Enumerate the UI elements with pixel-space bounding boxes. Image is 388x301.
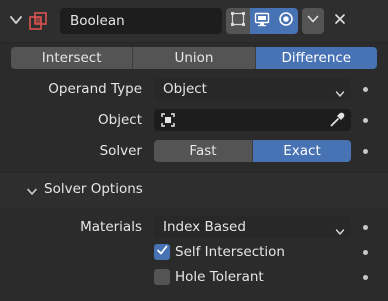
edit-mode-icon bbox=[230, 11, 246, 31]
hole-tolerant-keyframe-dot[interactable] bbox=[363, 275, 368, 280]
boolean-modifier-panel: Boolean Intersect Union Difference Opera… bbox=[0, 0, 388, 301]
modifier-menu-button[interactable] bbox=[302, 8, 324, 34]
operand-type-label: Operand Type bbox=[48, 81, 142, 97]
object-keyframe-dot[interactable] bbox=[363, 118, 368, 123]
operation-intersect[interactable]: Intersect bbox=[11, 47, 134, 69]
hole-tolerant-label: Hole Tolerant bbox=[175, 269, 264, 285]
chevron-down-icon bbox=[26, 185, 38, 195]
operation-difference[interactable]: Difference bbox=[255, 47, 377, 69]
render-toggle[interactable] bbox=[274, 8, 298, 34]
visibility-toggles bbox=[226, 8, 298, 34]
checkmark-icon bbox=[156, 244, 168, 260]
realtime-icon bbox=[254, 11, 270, 31]
self-intersection-checkbox[interactable]: Self Intersection bbox=[154, 242, 285, 262]
chevron-down-icon bbox=[306, 12, 320, 30]
operation-union[interactable]: Union bbox=[133, 47, 256, 69]
operand-type-dropdown[interactable]: Object bbox=[154, 78, 351, 100]
render-icon bbox=[278, 11, 294, 31]
close-icon bbox=[333, 12, 347, 30]
realtime-toggle[interactable] bbox=[250, 8, 274, 34]
self-intersection-keyframe-dot[interactable] bbox=[363, 250, 368, 255]
checkbox-checked[interactable] bbox=[154, 244, 170, 260]
chevron-down-icon bbox=[335, 222, 345, 235]
edit-mode-toggle[interactable] bbox=[226, 8, 250, 34]
materials-label: Materials bbox=[80, 219, 142, 235]
operand-type-value: Object bbox=[163, 81, 207, 97]
eyedropper-icon[interactable] bbox=[329, 112, 345, 128]
operation-selector: Intersect Union Difference bbox=[11, 47, 377, 69]
boolean-modifier-icon bbox=[28, 11, 48, 31]
object-field[interactable] bbox=[154, 109, 351, 131]
materials-value: Index Based bbox=[163, 219, 246, 235]
hole-tolerant-checkbox[interactable]: Hole Tolerant bbox=[154, 267, 264, 287]
chevron-down-icon[interactable] bbox=[8, 12, 24, 28]
materials-dropdown[interactable]: Index Based bbox=[154, 216, 351, 238]
solver-label: Solver bbox=[99, 143, 142, 159]
object-icon bbox=[161, 113, 175, 127]
checkbox-unchecked[interactable] bbox=[154, 269, 170, 285]
operand-type-keyframe-dot[interactable] bbox=[363, 87, 368, 92]
solver-options-title: Solver Options bbox=[44, 181, 143, 197]
self-intersection-label: Self Intersection bbox=[175, 244, 285, 260]
modifier-header: Boolean bbox=[0, 0, 388, 43]
solver-options-header[interactable]: Solver Options bbox=[0, 172, 388, 208]
chevron-down-icon bbox=[335, 84, 345, 97]
modifier-name-field[interactable]: Boolean bbox=[60, 8, 222, 34]
solver-exact[interactable]: Exact bbox=[253, 140, 351, 162]
materials-keyframe-dot[interactable] bbox=[363, 225, 368, 230]
remove-modifier-button[interactable] bbox=[330, 10, 350, 32]
solver-fast[interactable]: Fast bbox=[154, 140, 253, 162]
solver-keyframe-dot[interactable] bbox=[363, 149, 368, 154]
object-label: Object bbox=[98, 112, 142, 128]
solver-selector: Fast Exact bbox=[154, 140, 351, 162]
